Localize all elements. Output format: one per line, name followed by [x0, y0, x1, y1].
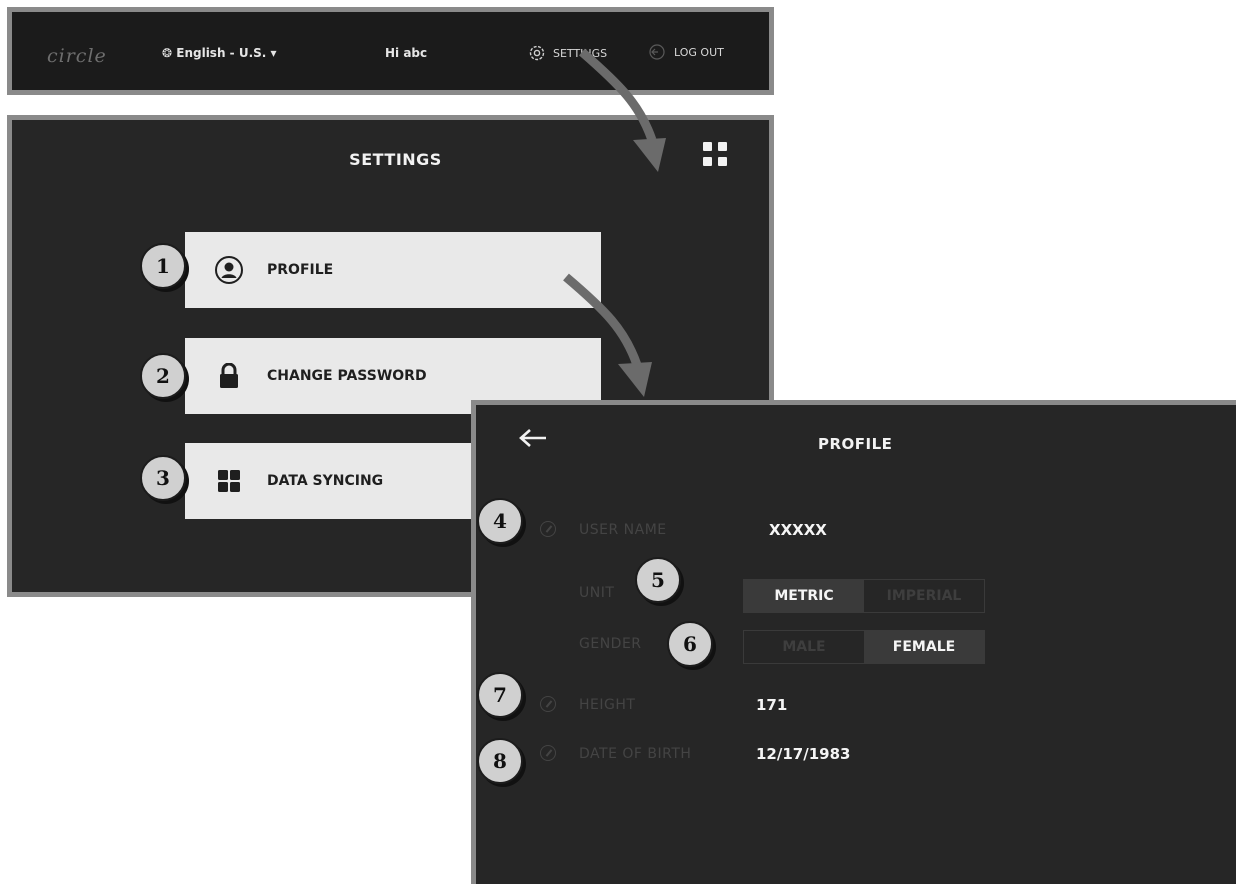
arrow-head-settings: [633, 138, 666, 172]
arrow-profile-to-panel: [563, 273, 642, 367]
arrow-settings-to-panel: [579, 48, 657, 142]
arrow-head-profile: [618, 362, 652, 397]
annotation-arrows: [563, 48, 666, 397]
